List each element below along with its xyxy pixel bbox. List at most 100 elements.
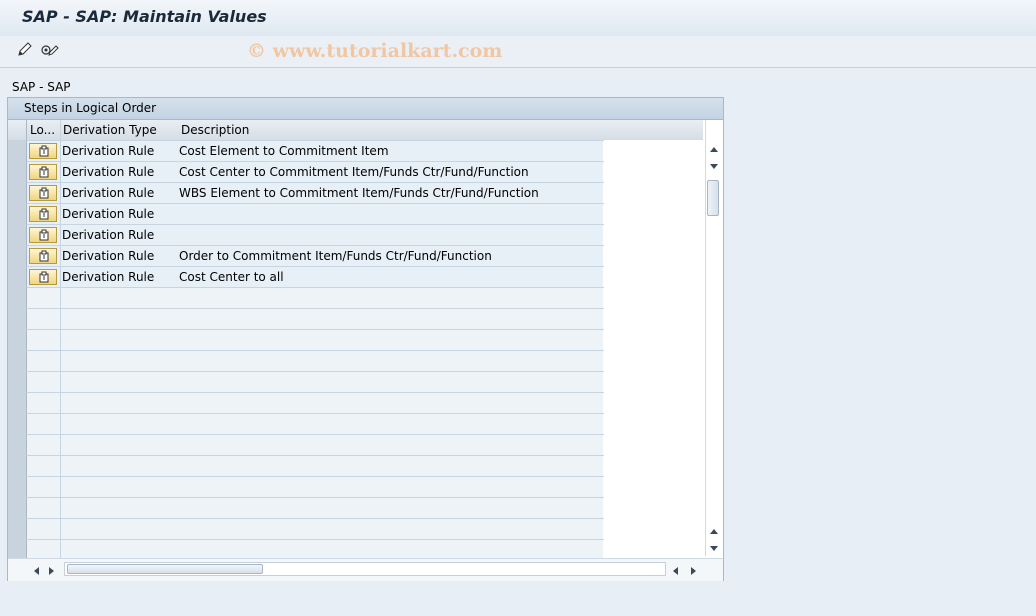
table-row-empty[interactable] xyxy=(8,519,704,540)
description-cell[interactable] xyxy=(178,309,604,330)
description-cell[interactable] xyxy=(178,288,604,309)
table-row[interactable]: Derivation Rule Cost Element to Commitmen… xyxy=(8,141,704,162)
row-selector[interactable] xyxy=(8,225,27,246)
derivation-type-cell[interactable] xyxy=(61,435,179,456)
column-header-logical[interactable]: Lo... xyxy=(27,120,61,141)
table-row-empty[interactable] xyxy=(8,456,704,477)
horizontal-scrollbar[interactable] xyxy=(8,558,723,581)
scroll-left-end-icon[interactable] xyxy=(671,565,681,575)
derivation-type-cell[interactable] xyxy=(61,498,179,519)
description-cell[interactable] xyxy=(178,519,604,540)
description-cell[interactable] xyxy=(178,330,604,351)
horizontal-scroll-thumb[interactable] xyxy=(67,564,263,574)
description-cell[interactable] xyxy=(178,372,604,393)
description-cell[interactable] xyxy=(178,204,604,225)
step-details-button[interactable] xyxy=(29,185,57,201)
scroll-page-down-icon[interactable] xyxy=(709,542,719,552)
derivation-type-cell[interactable] xyxy=(61,456,179,477)
logical-order-cell[interactable] xyxy=(27,435,61,456)
table-row-empty[interactable] xyxy=(8,351,704,372)
table-row[interactable]: Derivation Rule xyxy=(8,204,704,225)
scroll-right-icon[interactable] xyxy=(46,565,56,575)
logical-order-cell[interactable] xyxy=(27,519,61,540)
description-cell[interactable] xyxy=(178,225,604,246)
step-details-button[interactable] xyxy=(29,248,57,264)
logical-order-cell[interactable] xyxy=(27,498,61,519)
row-selector[interactable] xyxy=(8,393,27,414)
row-selector[interactable] xyxy=(8,141,27,162)
derivation-type-cell[interactable]: Derivation Rule xyxy=(61,246,179,267)
description-cell[interactable]: Cost Element to Commitment Item xyxy=(178,141,604,162)
step-details-button[interactable] xyxy=(29,206,57,222)
table-row[interactable]: Derivation Rule xyxy=(8,225,704,246)
description-cell[interactable] xyxy=(178,351,604,372)
row-selector[interactable] xyxy=(8,498,27,519)
table-row[interactable]: Derivation Rule Cost Center to all xyxy=(8,267,704,288)
change-icon[interactable] xyxy=(16,41,34,59)
row-selector[interactable] xyxy=(8,309,27,330)
row-selector[interactable] xyxy=(8,414,27,435)
derivation-type-cell[interactable]: Derivation Rule xyxy=(61,204,179,225)
description-cell[interactable] xyxy=(178,498,604,519)
step-details-button[interactable] xyxy=(29,143,57,159)
description-cell[interactable] xyxy=(178,477,604,498)
derivation-type-cell[interactable]: Derivation Rule xyxy=(61,162,179,183)
row-selector[interactable] xyxy=(8,183,27,204)
step-details-button[interactable] xyxy=(29,164,57,180)
derivation-type-cell[interactable] xyxy=(61,330,179,351)
table-row[interactable]: Derivation Rule WBS Element to Commitment… xyxy=(8,183,704,204)
logical-order-cell[interactable] xyxy=(27,456,61,477)
logical-order-cell[interactable] xyxy=(27,414,61,435)
table-row[interactable]: Derivation Rule Cost Center to Commitment… xyxy=(8,162,704,183)
table-row-empty[interactable] xyxy=(8,372,704,393)
logical-order-cell[interactable] xyxy=(27,309,61,330)
logical-order-cell[interactable] xyxy=(27,288,61,309)
row-selector[interactable] xyxy=(8,162,27,183)
scroll-left-icon[interactable] xyxy=(32,565,42,575)
table-row-empty[interactable] xyxy=(8,414,704,435)
row-selector[interactable] xyxy=(8,351,27,372)
derivation-type-cell[interactable] xyxy=(61,372,179,393)
description-cell[interactable]: WBS Element to Commitment Item/Funds Ctr… xyxy=(178,183,604,204)
scroll-down-icon[interactable] xyxy=(709,160,719,170)
table-row[interactable]: Derivation Rule Order to Commitment Item/… xyxy=(8,246,704,267)
table-row-empty[interactable] xyxy=(8,330,704,351)
scroll-page-up-icon[interactable] xyxy=(709,526,719,536)
description-cell[interactable] xyxy=(178,414,604,435)
horizontal-scroll-track[interactable] xyxy=(64,562,666,576)
row-selector[interactable] xyxy=(8,435,27,456)
scroll-right-end-icon[interactable] xyxy=(688,565,698,575)
logical-order-cell[interactable] xyxy=(27,477,61,498)
scroll-up-icon[interactable] xyxy=(709,144,719,154)
row-selector[interactable] xyxy=(8,204,27,225)
table-row-empty[interactable] xyxy=(8,498,704,519)
description-cell[interactable]: Cost Center to Commitment Item/Funds Ctr… xyxy=(178,162,604,183)
description-cell[interactable]: Cost Center to all xyxy=(178,267,604,288)
column-header-description[interactable]: Description xyxy=(178,120,604,141)
derivation-type-cell[interactable]: Derivation Rule xyxy=(61,183,179,204)
derivation-type-cell[interactable] xyxy=(61,414,179,435)
row-selector[interactable] xyxy=(8,477,27,498)
row-selector[interactable] xyxy=(8,288,27,309)
step-details-button[interactable] xyxy=(29,269,57,285)
derivation-type-cell[interactable] xyxy=(61,393,179,414)
description-cell[interactable]: Order to Commitment Item/Funds Ctr/Fund/… xyxy=(178,246,604,267)
row-selector[interactable] xyxy=(8,372,27,393)
derivation-type-cell[interactable] xyxy=(61,519,179,540)
logical-order-cell[interactable] xyxy=(27,393,61,414)
vertical-scroll-thumb[interactable] xyxy=(707,180,719,216)
derivation-type-cell[interactable] xyxy=(61,288,179,309)
row-selector[interactable] xyxy=(8,456,27,477)
logical-order-cell[interactable] xyxy=(27,330,61,351)
derivation-type-cell[interactable] xyxy=(61,477,179,498)
table-row-empty[interactable] xyxy=(8,393,704,414)
description-cell[interactable] xyxy=(178,435,604,456)
row-selector[interactable] xyxy=(8,267,27,288)
select-all-cell[interactable] xyxy=(8,120,27,141)
table-row-empty[interactable] xyxy=(8,435,704,456)
table-row-empty[interactable] xyxy=(8,288,704,309)
derivation-type-cell[interactable] xyxy=(61,351,179,372)
display-change-icon[interactable] xyxy=(40,41,59,59)
logical-order-cell[interactable] xyxy=(27,351,61,372)
derivation-type-cell[interactable]: Derivation Rule xyxy=(61,225,179,246)
